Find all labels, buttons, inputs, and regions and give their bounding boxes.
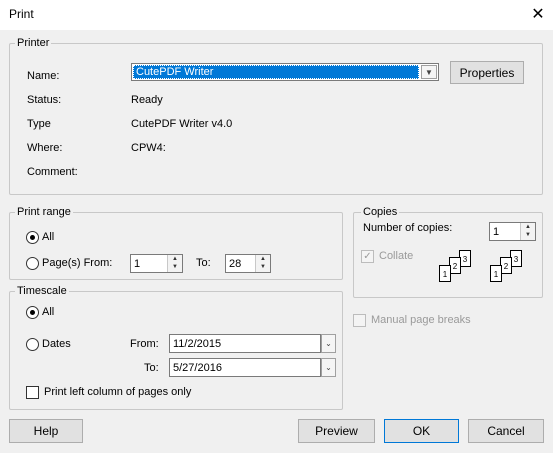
print-range-legend: Print range <box>15 206 73 218</box>
timescale-dates-label[interactable]: Dates <box>42 338 71 350</box>
collate-checkbox[interactable]: ✓ <box>361 250 374 263</box>
page-icon: 1 <box>439 265 451 282</box>
printer-legend: Printer <box>15 37 52 49</box>
type-label: Type <box>27 118 51 130</box>
chevron-down-icon[interactable]: ⌄ <box>321 334 336 353</box>
comment-label: Comment: <box>27 166 78 178</box>
copies-stepper[interactable]: ▲ ▼ <box>520 223 535 240</box>
range-to-input[interactable]: 28 ▲ ▼ <box>225 254 271 273</box>
collate-label: Collate <box>379 250 414 262</box>
range-to-label: To: <box>196 257 211 269</box>
arrow-down-icon[interactable]: ▼ <box>256 263 270 271</box>
range-to-value: 28 <box>229 258 242 270</box>
window-title: Print <box>9 7 34 21</box>
range-from-stepper[interactable]: ▲ ▼ <box>167 255 182 272</box>
arrow-up-icon[interactable]: ▲ <box>521 223 535 231</box>
copies-legend: Copies <box>361 206 400 218</box>
timescale-to-value: 5/27/2016 <box>173 362 222 374</box>
timescale-to-input[interactable]: 5/27/2016 <box>169 358 321 377</box>
range-from-value: 1 <box>134 258 141 270</box>
printer-name-selected: CutePDF Writer <box>133 65 419 79</box>
range-pages-radio[interactable] <box>26 257 39 270</box>
arrow-up-icon[interactable]: ▲ <box>168 255 182 263</box>
timescale-dates-radio[interactable] <box>26 338 39 351</box>
left-column-checkbox[interactable] <box>26 386 39 399</box>
arrow-up-icon[interactable]: ▲ <box>256 255 270 263</box>
left-column-label[interactable]: Print left column of pages only <box>44 386 191 398</box>
where-label: Where: <box>27 142 63 154</box>
timescale-all-radio[interactable] <box>26 306 39 319</box>
timescale-legend: Timescale <box>15 285 69 297</box>
copies-number-label: Number of copies: <box>363 222 453 234</box>
manual-page-breaks-label: Manual page breaks <box>371 314 471 326</box>
timescale-all-label[interactable]: All <box>42 306 54 318</box>
status-value: Ready <box>131 94 163 106</box>
cancel-button[interactable]: Cancel <box>468 419 544 443</box>
range-all-label[interactable]: All <box>42 231 54 243</box>
manual-page-breaks-checkbox[interactable] <box>353 314 366 327</box>
help-button[interactable]: Help <box>9 419 83 443</box>
printer-name-select[interactable]: CutePDF Writer ▼ <box>131 63 439 81</box>
status-label: Status: <box>27 94 62 106</box>
where-value: CPW4: <box>131 142 166 154</box>
range-pages-label[interactable]: Page(s) From: <box>42 257 112 269</box>
ok-button[interactable]: OK <box>384 419 459 443</box>
range-all-radio[interactable] <box>26 231 39 244</box>
range-from-input[interactable]: 1 ▲ ▼ <box>130 254 183 273</box>
name-label: Name: <box>27 70 60 82</box>
type-value: CutePDF Writer v4.0 <box>131 118 233 130</box>
arrow-down-icon[interactable]: ▼ <box>168 263 182 271</box>
timescale-from-input[interactable]: 11/2/2015 <box>169 334 321 353</box>
timescale-from-value: 11/2/2015 <box>173 338 222 350</box>
properties-button[interactable]: Properties <box>450 61 524 84</box>
copies-number-input[interactable]: 1 ▲ ▼ <box>489 222 536 241</box>
chevron-down-icon[interactable]: ⌄ <box>321 358 336 377</box>
copies-number-value: 1 <box>493 226 500 238</box>
timescale-to-label: To: <box>144 362 159 374</box>
range-to-stepper[interactable]: ▲ ▼ <box>255 255 270 272</box>
arrow-down-icon[interactable]: ▼ <box>521 231 535 239</box>
timescale-from-label: From: <box>130 338 159 350</box>
title-bar <box>0 0 553 30</box>
page-icon: 1 <box>490 265 502 282</box>
chevron-down-icon[interactable]: ▼ <box>421 65 437 79</box>
close-icon[interactable]: ✕ <box>526 3 550 27</box>
preview-button[interactable]: Preview <box>298 419 375 443</box>
